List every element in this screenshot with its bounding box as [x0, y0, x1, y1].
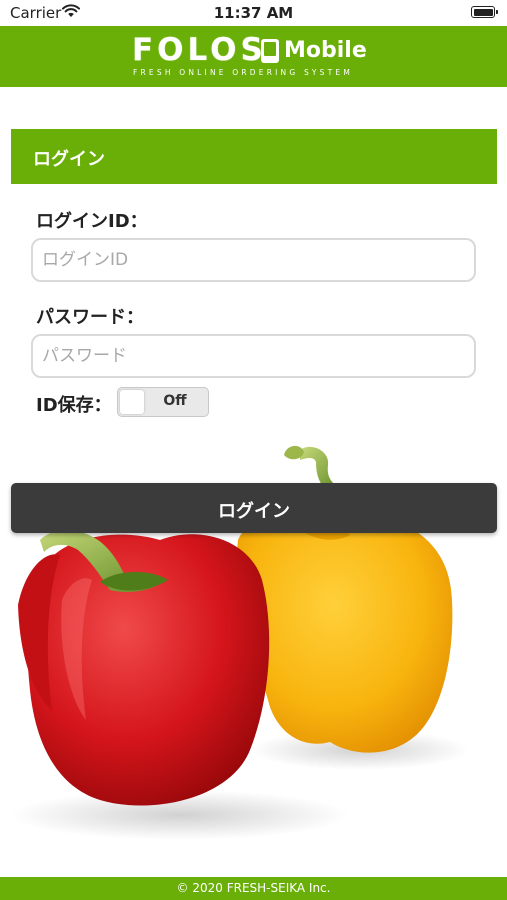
password-input[interactable] — [31, 334, 476, 378]
logo-tagline: FRESH ONLINE ORDERING SYSTEM — [133, 68, 354, 77]
login-id-input[interactable] — [31, 238, 476, 282]
login-panel-title: ログイン — [33, 149, 105, 170]
toggle-state: Off — [163, 393, 187, 409]
app-header: FOLOS Mobile FRESH ONLINE ORDERING SYSTE… — [0, 26, 507, 87]
password-label: パスワード： — [36, 307, 144, 328]
clock: 11:37 AM — [213, 4, 294, 22]
login-button[interactable]: ログイン — [11, 483, 497, 533]
phone-icon — [261, 39, 279, 63]
login-panel-header: ログイン — [11, 129, 497, 184]
logo-mobile-text: Mobile — [284, 38, 367, 63]
login-id-label: ログインID： — [36, 211, 148, 232]
battery-icon — [471, 6, 498, 18]
toggle-knob — [120, 390, 144, 414]
save-id-toggle[interactable]: Off — [117, 387, 209, 417]
logo-wordmark: FOLOS — [132, 32, 267, 68]
status-bar: Carrier 11:37 AM — [0, 0, 507, 26]
save-id-label: ID保存： — [36, 395, 112, 416]
folos-mobile-logo: FOLOS Mobile FRESH ONLINE ORDERING SYSTE… — [130, 32, 380, 80]
footer: © 2020 FRESH-SEIKA Inc. — [0, 877, 507, 900]
copyright-text: © 2020 FRESH-SEIKA Inc. — [176, 881, 331, 895]
login-button-label: ログイン — [218, 501, 290, 522]
